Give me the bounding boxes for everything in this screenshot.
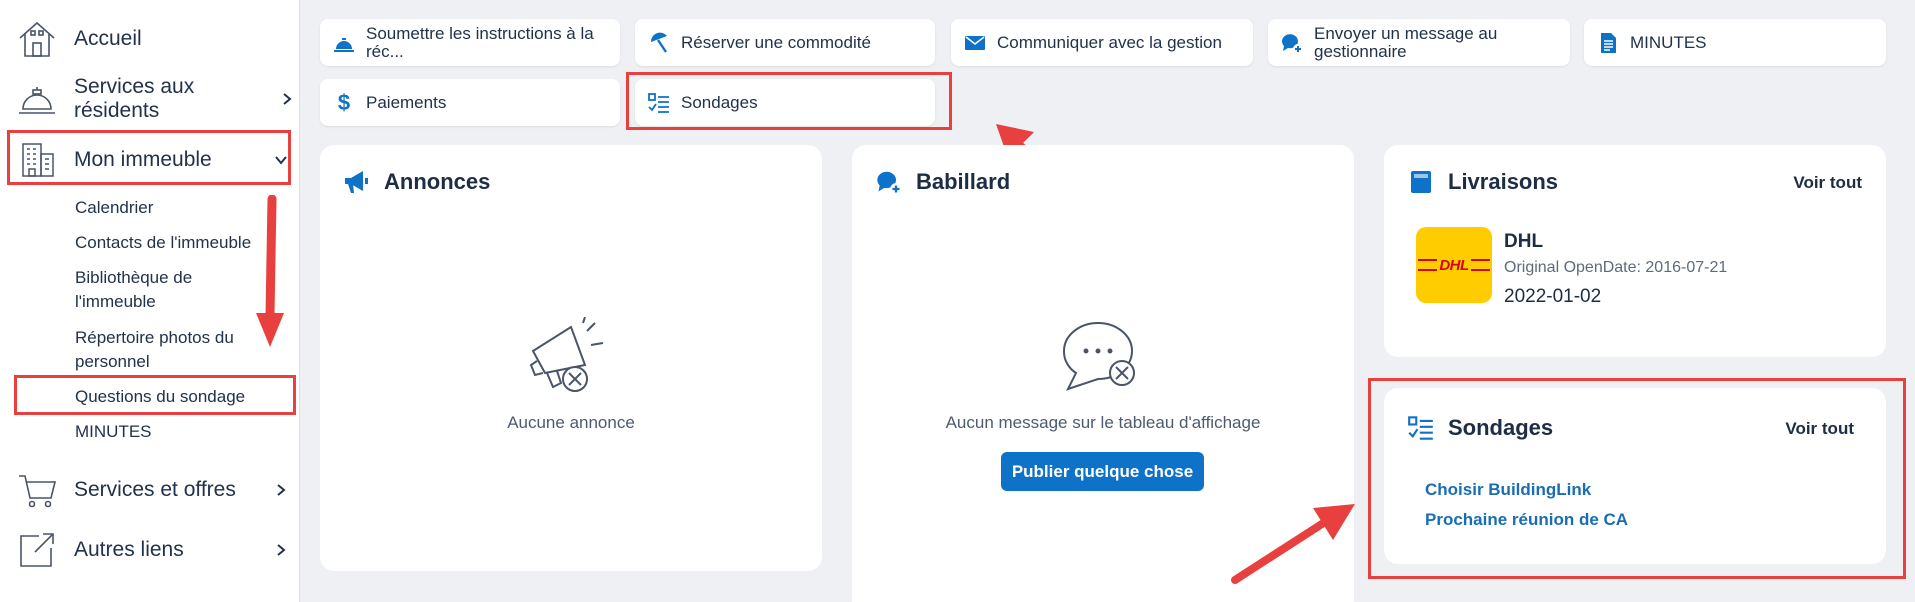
quick-action-instructions[interactable]: Soumettre les instructions à la réc... — [320, 19, 620, 66]
submenu-item-repertoire-photos[interactable]: Répertoire photos du personnel — [75, 326, 250, 374]
quick-action-label: Paiements — [366, 92, 447, 112]
livraisons-title: Livraisons — [1406, 167, 1558, 197]
annonces-empty-text: Aucune annonce — [507, 413, 635, 432]
package-icon — [1406, 167, 1436, 197]
quick-action-label: Communiquer avec la gestion — [997, 32, 1222, 52]
highlight-box — [626, 72, 952, 130]
annotation-arrow-down — [256, 195, 284, 347]
house-icon — [16, 18, 58, 60]
dhl-logo: DHL — [1416, 227, 1492, 303]
annotation-arrow-right — [1231, 504, 1355, 584]
annonces-card: Annonces Aucune annonce — [320, 145, 822, 571]
envelope-icon — [963, 31, 987, 55]
sidebar-item-autres-liens[interactable]: Autres liens — [16, 523, 292, 577]
highlight-box — [1368, 378, 1906, 579]
chat-plus-icon — [1280, 31, 1304, 55]
delivery-date: 2022-01-02 — [1504, 286, 1602, 307]
highlight-box — [7, 130, 291, 185]
publier-button[interactable]: Publier quelque chose — [1001, 452, 1204, 491]
quick-action-paiements[interactable]: $ Paiements — [320, 79, 620, 126]
chat-empty-icon — [1058, 317, 1148, 402]
sidebar-item-accueil[interactable]: Accueil — [16, 12, 292, 66]
quick-action-envoyer-message[interactable]: Envoyer un message au gestionnaire — [1268, 19, 1570, 66]
sidebar-item-services-residents[interactable]: Services aux résidents — [16, 72, 292, 126]
chevron-right-icon — [276, 88, 298, 110]
umbrella-icon — [647, 31, 671, 55]
livraisons-voir-tout-link[interactable]: Voir tout — [1793, 173, 1862, 193]
cart-icon — [16, 469, 58, 511]
sidebar-item-label: Autres liens — [74, 538, 184, 561]
babillard-title-text: Babillard — [916, 169, 1011, 194]
annonces-title-text: Annonces — [384, 169, 491, 194]
external-link-icon — [16, 529, 58, 571]
sidebar-item-label: Accueil — [74, 27, 142, 50]
quick-action-communiquer[interactable]: Communiquer avec la gestion — [951, 19, 1253, 66]
livraisons-title-text: Livraisons — [1448, 169, 1559, 194]
concierge-bell-icon — [16, 78, 58, 120]
livraisons-card: Livraisons Voir tout DHL DHL Original Op… — [1384, 145, 1886, 357]
submenu-item-bibliotheque[interactable]: Bibliothèque de l'immeuble — [75, 266, 225, 314]
bell-icon — [332, 31, 356, 55]
delivery-carrier: DHL — [1504, 231, 1544, 252]
chevron-right-icon — [270, 479, 292, 501]
babillard-empty-text: Aucun message sur le tableau d'affichage — [945, 413, 1261, 432]
dollar-icon: $ — [337, 89, 351, 115]
quick-action-reserver[interactable]: Réserver une commodité — [635, 19, 935, 66]
delivery-detail: Original OpenDate: 2016-07-21 — [1504, 259, 1728, 276]
annonces-title: Annonces — [342, 167, 490, 197]
chat-plus-icon — [874, 167, 904, 197]
babillard-title: Babillard — [874, 167, 1010, 197]
chevron-right-icon — [270, 539, 292, 561]
sidebar-item-label: Services et offres — [74, 478, 236, 501]
submenu-item-minutes[interactable]: MINUTES — [75, 420, 285, 444]
quick-action-label: Réserver une commodité — [681, 32, 871, 52]
quick-action-minutes[interactable]: MINUTES — [1584, 19, 1886, 66]
sidebar-item-services-offres[interactable]: Services et offres — [16, 463, 292, 517]
quick-action-label: Envoyer un message au gestionnaire — [1314, 23, 1498, 61]
megaphone-icon — [342, 167, 372, 197]
quick-action-label: MINUTES — [1630, 32, 1707, 52]
sidebar-item-label: Services aux résidents — [74, 75, 195, 122]
document-icon — [1596, 31, 1620, 55]
highlight-box — [14, 375, 296, 415]
megaphone-empty-icon — [525, 316, 615, 402]
quick-action-label: Soumettre les instructions à la réc... — [366, 23, 594, 61]
